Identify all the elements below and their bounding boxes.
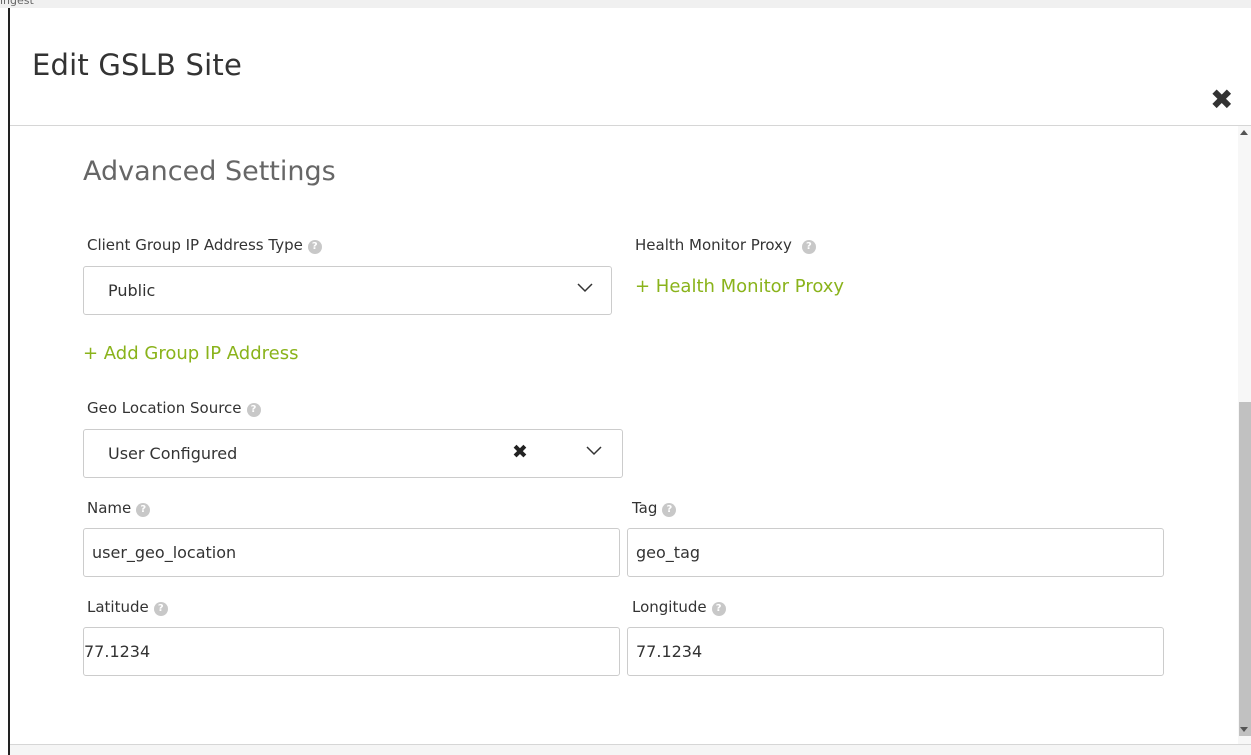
- help-icon[interactable]: ?: [662, 503, 677, 517]
- background-text: ingest: [0, 0, 34, 7]
- help-icon[interactable]: ?: [246, 403, 261, 417]
- modal-footer: [10, 745, 1251, 755]
- client-group-ip-type-label: Client Group IP Address Type?: [87, 236, 322, 254]
- chevron-down-icon: [577, 283, 593, 293]
- tag-input[interactable]: geo_tag: [627, 528, 1164, 577]
- modal-header: Edit GSLB Site ✖: [10, 8, 1251, 126]
- name-input[interactable]: user_geo_location: [83, 528, 620, 577]
- tag-value: geo_tag: [636, 543, 701, 562]
- latitude-input[interactable]: 77.1234: [83, 627, 620, 676]
- scroll-thumb[interactable]: [1239, 402, 1251, 736]
- latitude-label: Latitude?: [87, 598, 168, 616]
- help-icon[interactable]: ?: [801, 240, 816, 254]
- health-monitor-proxy-label: Health Monitor Proxy?: [635, 236, 816, 254]
- latitude-value: 77.1234: [84, 642, 151, 661]
- longitude-value: 77.1234: [636, 642, 703, 661]
- tag-label: Tag?: [632, 499, 677, 517]
- longitude-input[interactable]: 77.1234: [627, 627, 1164, 676]
- background-strip: ingest: [0, 0, 1251, 8]
- modal-title: Edit GSLB Site: [32, 48, 243, 82]
- help-icon[interactable]: ?: [711, 602, 726, 616]
- client-group-ip-type-value: Public: [108, 281, 156, 300]
- client-group-ip-type-select[interactable]: Public: [83, 266, 612, 315]
- chevron-down-icon: [586, 446, 602, 456]
- section-title: Advanced Settings: [83, 156, 336, 187]
- geo-location-source-label: Geo Location Source?: [87, 399, 261, 417]
- geo-location-source-value: User Configured: [108, 444, 238, 463]
- clear-icon[interactable]: ✖: [512, 441, 528, 463]
- add-health-monitor-proxy-link[interactable]: + Health Monitor Proxy: [635, 276, 844, 297]
- geo-location-source-select[interactable]: User Configured ✖: [83, 429, 623, 478]
- scroll-up-arrow-icon[interactable]: [1240, 130, 1248, 135]
- name-label: Name?: [87, 499, 151, 517]
- modal-body: Advanced Settings Client Group IP Addres…: [10, 126, 1238, 746]
- vertical-scrollbar[interactable]: [1238, 126, 1251, 746]
- help-icon[interactable]: ?: [136, 503, 151, 517]
- help-icon[interactable]: ?: [153, 602, 168, 616]
- scroll-down-arrow-icon[interactable]: [1240, 727, 1248, 732]
- add-group-ip-address-link[interactable]: + Add Group IP Address: [83, 343, 298, 364]
- longitude-label: Longitude?: [632, 598, 726, 616]
- name-value: user_geo_location: [92, 543, 237, 562]
- help-icon[interactable]: ?: [307, 240, 322, 254]
- close-icon[interactable]: ✖: [1210, 86, 1233, 114]
